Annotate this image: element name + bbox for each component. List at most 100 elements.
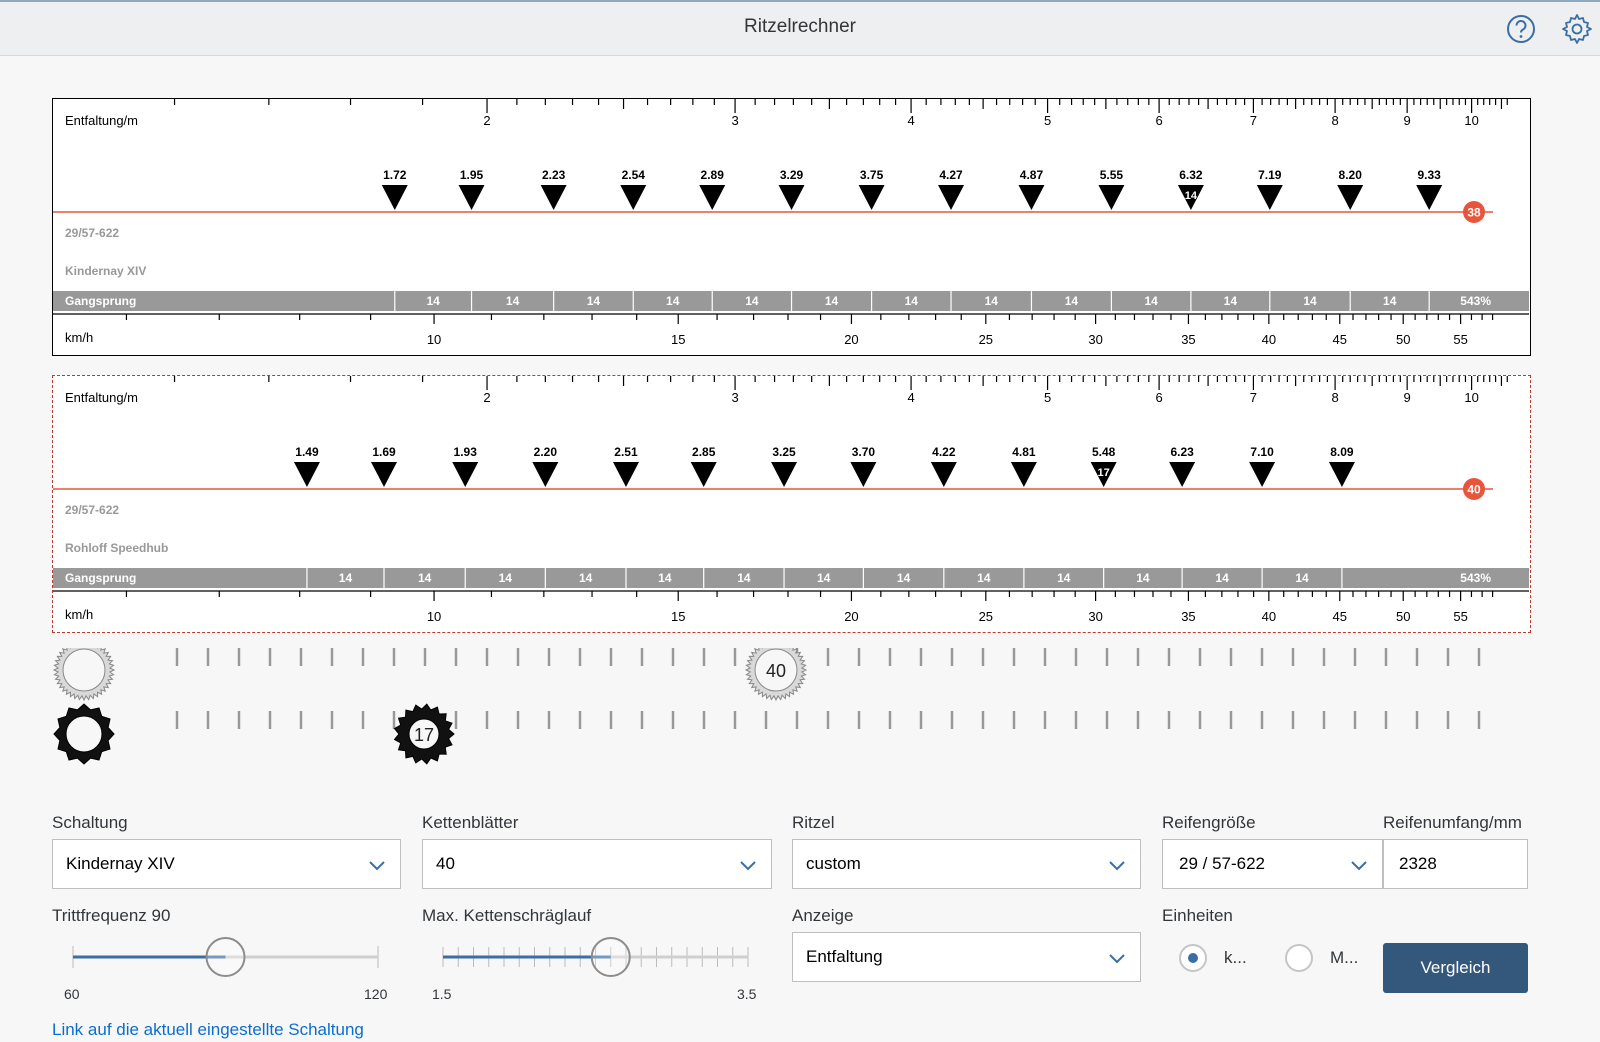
- gangsprung-step: 14: [817, 571, 831, 585]
- gear-marker: [778, 185, 805, 210]
- gear-value-label: 1.72: [383, 168, 407, 182]
- chevron-down-icon: [1109, 954, 1125, 964]
- gangsprung-step: 14: [985, 294, 999, 308]
- gear-value-label: 8.20: [1339, 168, 1363, 182]
- gear-marker: [293, 462, 320, 487]
- gear-marker: [381, 185, 408, 210]
- gear-marker: [690, 462, 717, 487]
- kmh-tick-label: 40: [1262, 332, 1276, 347]
- gear-marker: [1098, 185, 1125, 210]
- gear-highlight-label: 17: [1098, 467, 1110, 479]
- kettenblaetter-select[interactable]: 40: [422, 839, 772, 889]
- gangsprung-step: 14: [1065, 294, 1079, 308]
- gangsprung-step: 14: [745, 294, 759, 308]
- schraeglauf-slider[interactable]: [430, 928, 760, 988]
- help-icon[interactable]: [1504, 12, 1538, 46]
- entfaltung-tick-label: 2: [483, 390, 490, 405]
- gear-value-label: 3.29: [780, 168, 804, 182]
- gangsprung-step: 14: [825, 294, 839, 308]
- schraeglauf-label: Max. Kettenschräglauf: [422, 906, 592, 925]
- gear-highlight-label: 14: [1185, 190, 1198, 202]
- kmh-tick-label: 35: [1181, 609, 1195, 624]
- schaltung-select[interactable]: Kindernay XIV: [52, 839, 401, 889]
- gear-marker: [612, 462, 639, 487]
- gangsprung-step: 14: [1057, 571, 1071, 585]
- gear-marker: [699, 185, 726, 210]
- tire-label: 29/57-622: [65, 503, 119, 517]
- radio-dot: [1188, 953, 1198, 963]
- schaltung-label: Schaltung: [52, 813, 128, 832]
- kmh-tick-label: 45: [1333, 609, 1347, 624]
- unit-radio-kmh-label: k...: [1224, 948, 1247, 967]
- kmh-tick-label: 40: [1262, 609, 1276, 624]
- reifengroesse-value: 29 / 57-622: [1179, 854, 1266, 873]
- gangsprung-step: 14: [1215, 571, 1229, 585]
- gear-chart-panel-2[interactable]: Entfaltung/m 2 3 4 5 6 7 8 9 10 40 1.49 1.69 1.93 2.20…: [52, 375, 1531, 633]
- gear-value-label: 4.22: [932, 445, 956, 459]
- anzeige-select[interactable]: Entfaltung: [792, 932, 1141, 982]
- kmh-tick-label: 15: [671, 332, 685, 347]
- reifengroesse-select[interactable]: 29 / 57-622: [1162, 839, 1383, 889]
- gangsprung-step: 14: [897, 571, 911, 585]
- anzeige-label: Anzeige: [792, 906, 854, 925]
- entfaltung-tick-label: 9: [1404, 390, 1411, 405]
- chainring-selected-label: 40: [766, 661, 786, 681]
- entfaltung-label: Entfaltung/m: [65, 390, 138, 405]
- kmh-tick-label: 55: [1453, 332, 1467, 347]
- gangsprung-step: 14: [1224, 294, 1238, 308]
- ritzel-label: Ritzel: [792, 813, 835, 832]
- gear-value-label: 3.75: [860, 168, 884, 182]
- app-title: Ritzelrechner: [744, 16, 856, 37]
- gear-value-label: 7.19: [1258, 168, 1282, 182]
- schraeglauf-max: 3.5: [737, 986, 757, 1002]
- kmh-label: km/h: [65, 607, 93, 622]
- gear-marker: [771, 462, 798, 487]
- reifenumfang-label: Reifenumfang/mm: [1383, 813, 1522, 832]
- gangsprung-step: 14: [587, 294, 601, 308]
- gear-value-label: 2.51: [614, 445, 638, 459]
- gear-value-label: 4.27: [939, 168, 963, 182]
- gangsprung-step: 14: [658, 571, 672, 585]
- gangsprung-range: 543%: [1460, 571, 1491, 585]
- gear-marker: [458, 185, 485, 210]
- gear-value-label: 3.25: [772, 445, 796, 459]
- gangsprung-step: 14: [418, 571, 432, 585]
- kmh-tick-label: 55: [1453, 609, 1467, 624]
- kmh-tick-label: 20: [844, 609, 858, 624]
- entfaltung-tick-label: 4: [907, 113, 914, 128]
- kmh-tick-label: 25: [979, 332, 993, 347]
- entfaltung-tick-label: 5: [1044, 390, 1051, 405]
- kmh-tick-label: 35: [1181, 332, 1195, 347]
- schaltung-link[interactable]: Link auf die aktuell eingestellte Schalt…: [52, 1020, 364, 1040]
- gangsprung-step: 14: [977, 571, 991, 585]
- kmh-tick-label: 25: [979, 609, 993, 624]
- entfaltung-tick-label: 8: [1331, 113, 1338, 128]
- gear-marker: [1010, 462, 1037, 487]
- slider-handle[interactable]: [590, 937, 631, 977]
- kmh-tick-label: 50: [1396, 609, 1410, 624]
- gangsprung-step: 14: [1144, 294, 1158, 308]
- entfaltung-tick-label: 7: [1250, 390, 1257, 405]
- sprocket-icon: [53, 703, 115, 765]
- ritzel-select[interactable]: custom: [792, 839, 1141, 889]
- gear-value-label: 6.32: [1179, 168, 1203, 182]
- gear-icon[interactable]: [1560, 12, 1594, 46]
- gear-value-label: 1.95: [460, 168, 484, 182]
- entfaltung-tick-label: 6: [1155, 390, 1162, 405]
- slider-handle[interactable]: [205, 937, 246, 977]
- unit-radio-mph[interactable]: [1285, 944, 1313, 972]
- gear-marker: [452, 462, 479, 487]
- anzeige-value: Entfaltung: [806, 947, 883, 966]
- kmh-tick-label: 20: [844, 332, 858, 347]
- kettenblaetter-value: 40: [436, 854, 455, 873]
- gear-marker: [1018, 185, 1045, 210]
- entfaltung-tick-label: 10: [1464, 113, 1478, 128]
- unit-radio-kmh[interactable]: [1179, 944, 1207, 972]
- reifenumfang-input[interactable]: 2328: [1383, 839, 1528, 889]
- gangsprung-step: 14: [426, 294, 440, 308]
- trittfrequenz-slider[interactable]: [60, 928, 390, 988]
- entfaltung-tick-label: 8: [1331, 390, 1338, 405]
- entfaltung-tick-label: 9: [1404, 113, 1411, 128]
- gear-marker: [532, 462, 559, 487]
- vergleich-button[interactable]: Vergleich: [1383, 943, 1528, 993]
